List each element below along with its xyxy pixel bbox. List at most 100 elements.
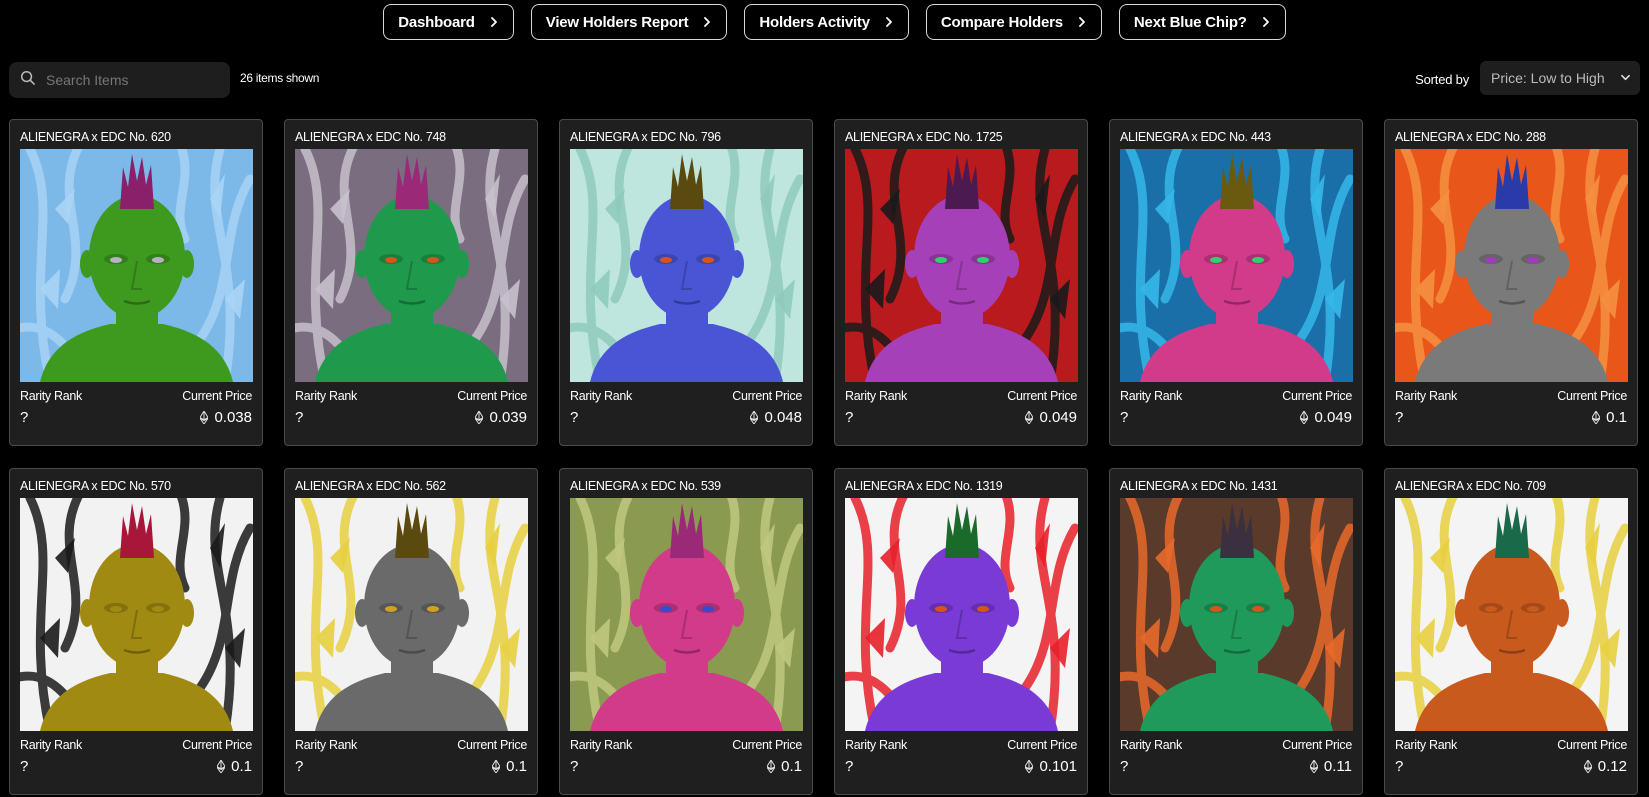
nft-card[interactable]: ALIENEGRA x EDC No. 443 Rarity Rank Curr… (1109, 119, 1363, 446)
current-price-label: Current Price (457, 738, 527, 752)
sort-select-value: Price: Low to High (1491, 70, 1605, 86)
current-price: 0.1 (217, 758, 252, 775)
nft-image (845, 149, 1078, 382)
nft-image (1120, 149, 1353, 382)
nft-card[interactable]: ALIENEGRA x EDC No. 1319 Rarity Rank Cur… (834, 468, 1088, 795)
rarity-rank-value: ? (1395, 758, 1404, 775)
rarity-rank-value: ? (20, 409, 29, 426)
rarity-rank-value: ? (1120, 758, 1129, 775)
rarity-rank-value: ? (845, 758, 854, 775)
current-price: 0.12 (1583, 758, 1627, 775)
chevron-right-icon (884, 17, 894, 27)
sort-select[interactable]: Price: Low to High (1480, 61, 1640, 95)
nft-card[interactable]: ALIENEGRA x EDC No. 1431 Rarity Rank Cur… (1109, 468, 1363, 795)
nft-image (1120, 498, 1353, 731)
current-price-label: Current Price (1007, 389, 1077, 403)
current-price: 0.1 (1592, 409, 1627, 426)
nft-title: ALIENEGRA x EDC No. 748 (295, 130, 446, 144)
nft-card[interactable]: ALIENEGRA x EDC No. 539 Rarity Rank Curr… (559, 468, 813, 795)
nft-title: ALIENEGRA x EDC No. 570 (20, 479, 171, 493)
rarity-rank-label: Rarity Rank (1395, 738, 1457, 752)
current-price: 0.039 (475, 409, 527, 426)
rarity-rank-value: ? (1120, 409, 1129, 426)
sorted-by-label: Sorted by (1415, 72, 1469, 87)
nft-card[interactable]: ALIENEGRA x EDC No. 620 Rarity Rank Curr… (9, 119, 263, 446)
nft-card[interactable]: ALIENEGRA x EDC No. 562 Rarity Rank Curr… (284, 468, 538, 795)
current-price-label: Current Price (732, 738, 802, 752)
rarity-rank-label: Rarity Rank (295, 389, 357, 403)
rarity-rank-value: ? (1395, 409, 1404, 426)
next-blue-chip-button[interactable]: Next Blue Chip? (1118, 4, 1286, 40)
rarity-rank-label: Rarity Rank (570, 738, 632, 752)
nft-image (295, 149, 528, 382)
current-price-label: Current Price (1557, 738, 1627, 752)
current-price: 0.1 (492, 758, 527, 775)
ethereum-icon (1300, 411, 1309, 424)
current-price-value: 0.12 (1597, 758, 1627, 775)
ethereum-icon (1025, 760, 1034, 773)
nft-title: ALIENEGRA x EDC No. 288 (1395, 130, 1546, 144)
nft-image (1395, 498, 1628, 731)
nft-image (845, 498, 1078, 731)
chevron-down-icon (1621, 73, 1630, 82)
current-price-value: 0.1 (1606, 409, 1627, 426)
nft-title: ALIENEGRA x EDC No. 1431 (1120, 479, 1278, 493)
nav-button-label: Dashboard (398, 13, 475, 31)
holders-activity-button[interactable]: Holders Activity (744, 4, 909, 40)
nft-title: ALIENEGRA x EDC No. 562 (295, 479, 446, 493)
nft-card[interactable]: ALIENEGRA x EDC No. 796 Rarity Rank Curr… (559, 119, 813, 446)
rarity-rank-label: Rarity Rank (20, 738, 82, 752)
rarity-rank-label: Rarity Rank (845, 738, 907, 752)
ethereum-icon (217, 760, 226, 773)
nft-image (20, 498, 253, 731)
nft-card[interactable]: ALIENEGRA x EDC No. 709 Rarity Rank Curr… (1384, 468, 1638, 795)
ethereum-icon (750, 411, 759, 424)
nft-card[interactable]: ALIENEGRA x EDC No. 288 Rarity Rank Curr… (1384, 119, 1638, 446)
current-price-value: 0.048 (764, 409, 802, 426)
dashboard-button[interactable]: Dashboard (383, 4, 514, 40)
nft-image (570, 149, 803, 382)
ethereum-icon (475, 411, 484, 424)
rarity-rank-value: ? (295, 758, 304, 775)
rarity-rank-label: Rarity Rank (845, 389, 907, 403)
chevron-right-icon (1261, 17, 1271, 27)
current-price-value: 0.049 (1039, 409, 1077, 426)
nft-image (570, 498, 803, 731)
rarity-rank-label: Rarity Rank (1120, 389, 1182, 403)
current-price-label: Current Price (1557, 389, 1627, 403)
rarity-rank-value: ? (570, 758, 579, 775)
nft-image (1395, 149, 1628, 382)
current-price-value: 0.049 (1314, 409, 1352, 426)
top-navigation: Dashboard View Holders Report Holders Acti… (0, 4, 1649, 40)
nft-card[interactable]: ALIENEGRA x EDC No. 570 Rarity Rank Curr… (9, 468, 263, 795)
chevron-right-icon (489, 17, 499, 27)
nft-image (20, 149, 253, 382)
current-price-value: 0.1 (506, 758, 527, 775)
current-price-label: Current Price (457, 389, 527, 403)
toolbar: 26 items shown Sorted by Price: Low to H… (9, 61, 1640, 98)
current-price: 0.101 (1025, 758, 1077, 775)
nft-card[interactable]: ALIENEGRA x EDC No. 1725 Rarity Rank Cur… (834, 119, 1088, 446)
nft-grid: ALIENEGRA x EDC No. 620 Rarity Rank Curr… (9, 119, 1640, 795)
nft-title: ALIENEGRA x EDC No. 796 (570, 130, 721, 144)
nft-title: ALIENEGRA x EDC No. 620 (20, 130, 171, 144)
current-price: 0.048 (750, 409, 802, 426)
current-price: 0.049 (1300, 409, 1352, 426)
current-price: 0.038 (200, 409, 252, 426)
ethereum-icon (767, 760, 776, 773)
compare-holders-button[interactable]: Compare Holders (925, 4, 1102, 40)
nav-button-label: Next Blue Chip? (1133, 13, 1247, 31)
chevron-right-icon (702, 17, 712, 27)
chevron-right-icon (1077, 17, 1087, 27)
nft-card[interactable]: ALIENEGRA x EDC No. 748 Rarity Rank Curr… (284, 119, 538, 446)
search-box[interactable] (9, 62, 230, 98)
nft-title: ALIENEGRA x EDC No. 1725 (845, 130, 1003, 144)
nft-title: ALIENEGRA x EDC No. 539 (570, 479, 721, 493)
current-price-label: Current Price (1282, 389, 1352, 403)
rarity-rank-value: ? (570, 409, 579, 426)
search-input[interactable] (46, 72, 216, 88)
view-holders-report-button[interactable]: View Holders Report (530, 4, 728, 40)
current-price: 0.049 (1025, 409, 1077, 426)
search-icon (20, 70, 35, 90)
current-price: 0.11 (1309, 758, 1352, 775)
